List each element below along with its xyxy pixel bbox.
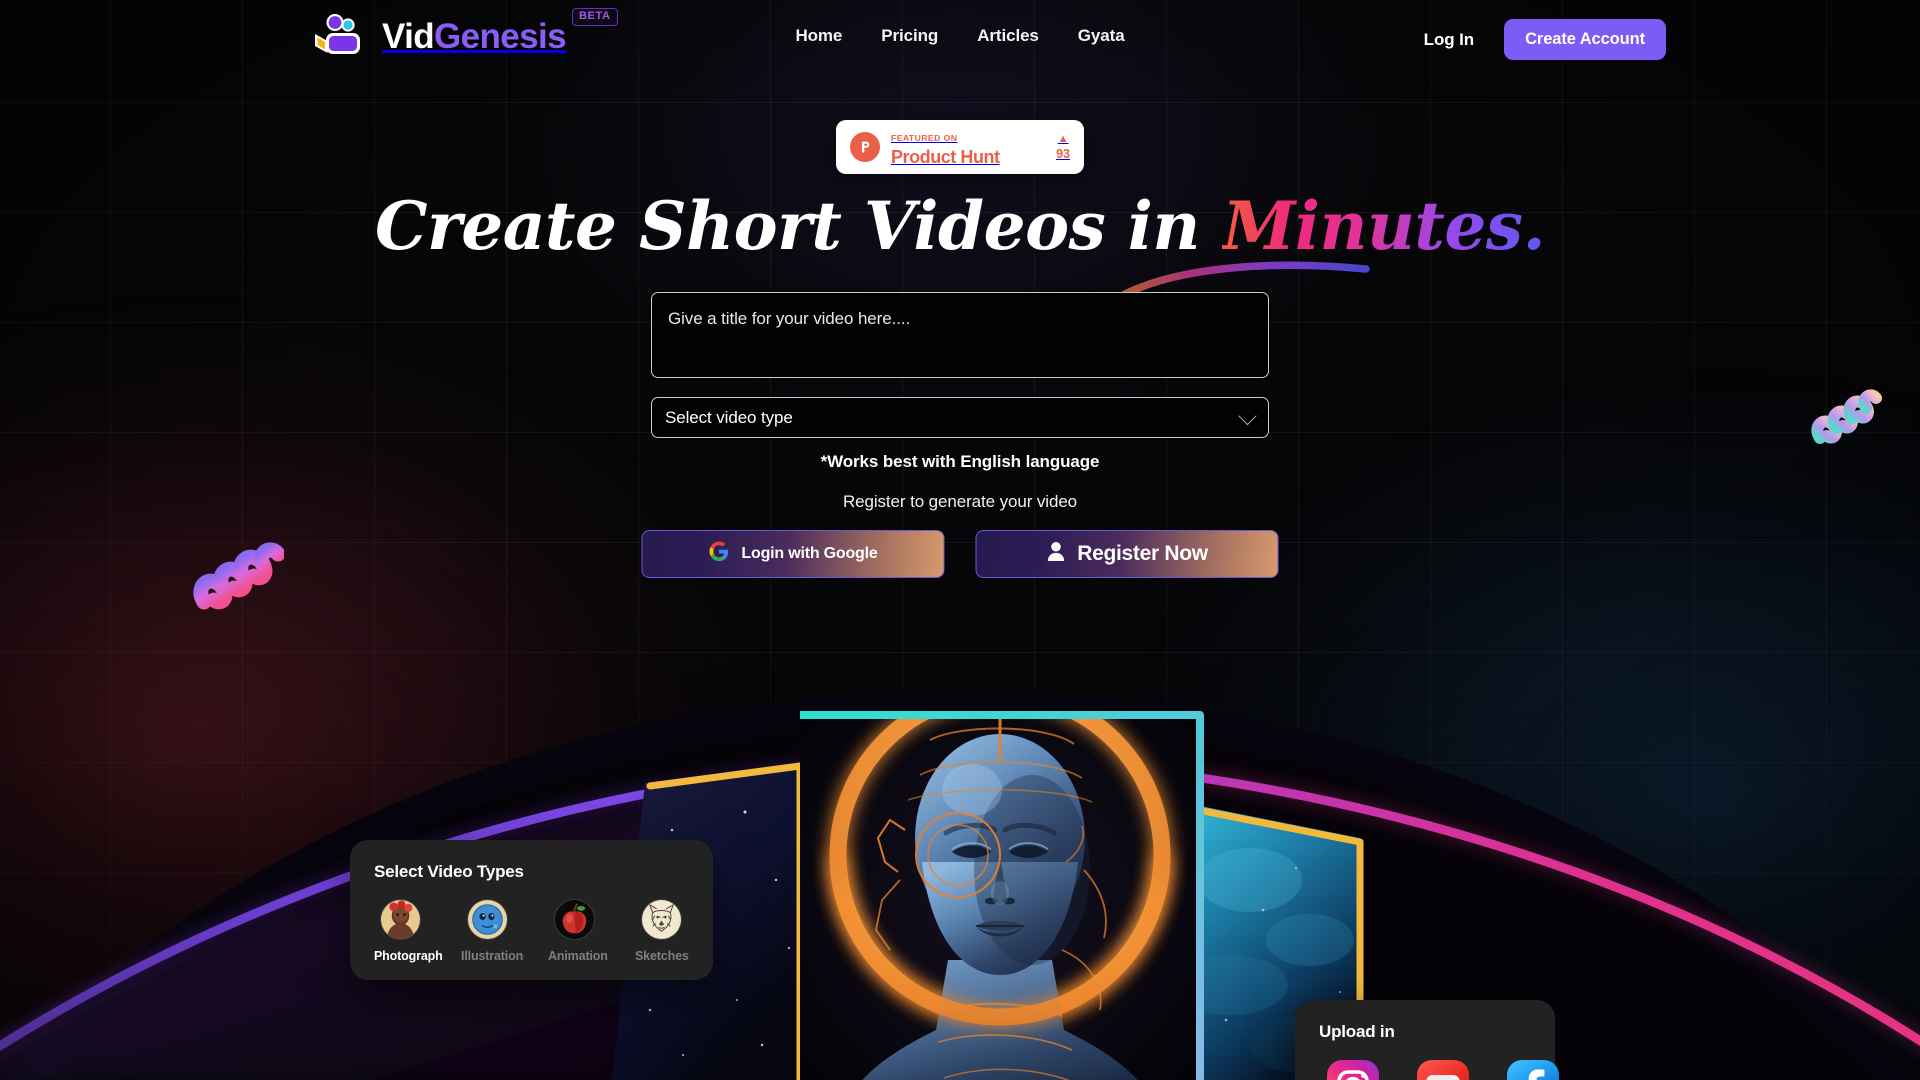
nav-link-pricing[interactable]: Pricing bbox=[881, 26, 938, 46]
sketches-thumbnail-icon bbox=[640, 899, 682, 940]
user-icon bbox=[1046, 541, 1065, 568]
nav-link-gyata[interactable]: Gyata bbox=[1078, 26, 1125, 46]
nav-link-home[interactable]: Home bbox=[795, 26, 842, 46]
video-generation-form: Select video type bbox=[651, 292, 1269, 438]
site-header: VidGenesis BETA Home Pricing Articles Gy… bbox=[0, 0, 1920, 80]
page-title-plain: Create Short Videos in bbox=[374, 187, 1223, 265]
upvote-caret-icon: ▲ bbox=[1057, 132, 1069, 145]
brand-name-part2: Genesis bbox=[434, 16, 567, 56]
facebook-icon[interactable] bbox=[1505, 1058, 1561, 1080]
product-hunt-upvote[interactable]: ▲ 93 bbox=[1056, 132, 1070, 161]
video-type-list: Photograph Illustration Animation Sketch… bbox=[374, 899, 689, 963]
upload-in-card: Upload in bbox=[1295, 1000, 1559, 1080]
youtube-icon[interactable] bbox=[1415, 1058, 1471, 1080]
spiral-decoration-right bbox=[1811, 389, 1882, 444]
page-title-accent: Minutes. bbox=[1222, 187, 1546, 265]
product-hunt-text: FEATURED ON Product Hunt bbox=[891, 129, 1000, 167]
nav-link-articles[interactable]: Articles bbox=[977, 26, 1039, 46]
video-type-sketches-label: Sketches bbox=[635, 949, 689, 963]
register-now-button[interactable]: Register Now bbox=[975, 530, 1279, 578]
brand-name-part1: Vid bbox=[382, 16, 435, 56]
register-now-label: Register Now bbox=[1077, 542, 1208, 565]
photograph-thumbnail-icon bbox=[379, 899, 421, 940]
cta-button-row: Login with Google Register Now bbox=[641, 530, 1279, 578]
video-type-select[interactable]: Select video type bbox=[651, 397, 1269, 438]
google-icon bbox=[708, 541, 729, 567]
video-type-photograph[interactable]: Photograph bbox=[374, 899, 443, 963]
register-prompt-note: Register to generate your video bbox=[842, 492, 1078, 511]
video-type-illustration-label: Illustration bbox=[461, 949, 524, 963]
product-hunt-name: Product Hunt bbox=[891, 146, 1000, 167]
auth-actions: Log In Create Account bbox=[1424, 19, 1666, 60]
product-hunt-badge[interactable]: FEATURED ON Product Hunt ▲ 93 bbox=[836, 120, 1084, 174]
upvote-count: 93 bbox=[1056, 146, 1070, 161]
login-link[interactable]: Log In bbox=[1424, 30, 1474, 50]
upload-platform-list bbox=[1319, 1058, 1559, 1080]
product-hunt-icon bbox=[850, 132, 880, 162]
video-camera-icon bbox=[312, 12, 369, 56]
upload-in-heading: Upload in bbox=[1319, 1022, 1395, 1041]
primary-navigation: Home Pricing Articles Gyata bbox=[795, 26, 1124, 46]
animation-thumbnail-icon bbox=[553, 899, 595, 940]
login-with-google-button[interactable]: Login with Google bbox=[641, 530, 945, 578]
video-type-select-row: Select video type bbox=[651, 397, 1269, 438]
page-title: Create Short Videos in Minutes. bbox=[260, 191, 1660, 261]
video-type-photograph-label: Photograph bbox=[374, 949, 443, 963]
spiral-decoration-left bbox=[193, 542, 284, 610]
video-type-animation-label: Animation bbox=[548, 949, 608, 963]
instagram-icon[interactable] bbox=[1325, 1058, 1381, 1080]
video-type-animation[interactable]: Animation bbox=[548, 899, 608, 963]
brand-logo[interactable]: VidGenesis BETA bbox=[312, 7, 618, 56]
english-language-note: *Works best with English language bbox=[820, 452, 1100, 471]
login-with-google-label: Login with Google bbox=[741, 545, 878, 562]
select-video-types-card: Select Video Types Photograph Illustrati… bbox=[350, 840, 713, 980]
video-title-input[interactable] bbox=[651, 292, 1269, 378]
illustration-thumbnail-icon bbox=[466, 899, 508, 940]
brand-name: VidGenesis BETA bbox=[382, 7, 618, 56]
select-video-types-heading: Select Video Types bbox=[374, 862, 524, 881]
create-account-button[interactable]: Create Account bbox=[1504, 19, 1666, 60]
video-type-illustration[interactable]: Illustration bbox=[461, 899, 524, 963]
product-hunt-featured-label: FEATURED ON bbox=[891, 132, 958, 143]
video-type-sketches[interactable]: Sketches bbox=[635, 899, 689, 963]
beta-badge: BETA bbox=[572, 7, 618, 26]
